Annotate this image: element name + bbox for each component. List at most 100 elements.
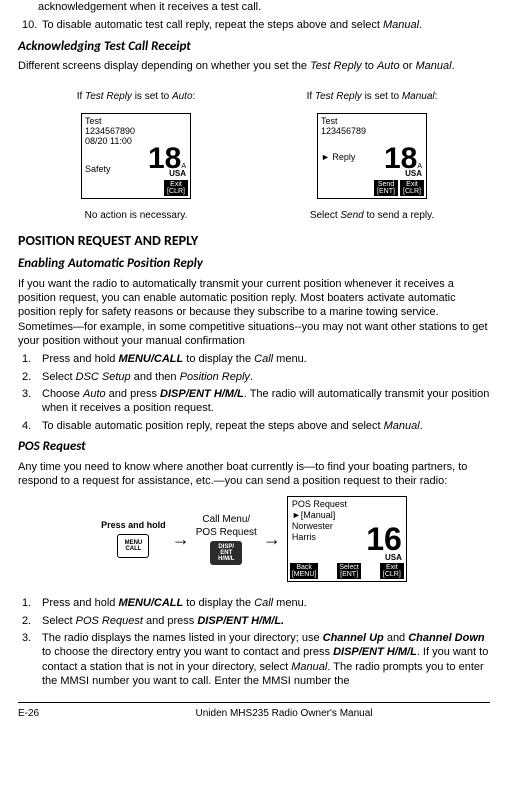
t: To disable automatic position reply, rep…	[42, 419, 490, 433]
t: [CLR]	[166, 188, 186, 195]
pos-sub2: POS Request	[18, 439, 490, 456]
lcd-auto: Test 1234567890 08/20 11:00 Safety 18A U…	[81, 113, 191, 199]
t: Channel Up	[323, 632, 384, 644]
t: Choose Auto and press DISP/ENT H/M/L. Th…	[42, 387, 490, 416]
lcd-line: 1234567890	[85, 126, 187, 136]
t: [CLR]	[402, 188, 422, 195]
select-button[interactable]: Select [ENT]	[337, 563, 361, 579]
t: Press and hold MENU/CALL to display the …	[42, 352, 490, 366]
t: MENU/CALL	[118, 353, 183, 365]
t: The radio displays the names listed in y…	[42, 631, 490, 688]
t: and	[384, 632, 408, 644]
disp-ent-key[interactable]: DISP/ ENT H/M/L	[210, 541, 242, 565]
step-text: To disable automatic test call reply, re…	[42, 18, 490, 32]
t: [ENT]	[339, 571, 359, 578]
t: DISP/ENT H/M/L.	[197, 615, 284, 627]
t: Manual	[383, 19, 419, 31]
lcd-safety: Safety	[85, 164, 111, 176]
t: Call	[254, 353, 273, 365]
lcd-pos-request: POS Request ►[Manual] Norwester Harris 1…	[287, 496, 407, 582]
exit-button[interactable]: Exit [CLR]	[164, 180, 188, 196]
menu-call-key[interactable]: MENU CALL	[117, 534, 149, 558]
t: menu.	[273, 597, 307, 609]
t: MENU/CALL	[118, 597, 183, 609]
t: The radio displays the names listed in y…	[42, 632, 323, 644]
back-button[interactable]: Back [MENU]	[290, 563, 319, 579]
t: Manual	[291, 661, 327, 673]
t: Exit	[402, 181, 422, 188]
pos-steps-b: 1. Press and hold MENU/CALL to display t…	[18, 596, 490, 688]
t: Select POS Request and press DISP/ENT H/…	[42, 614, 490, 628]
t: Back	[292, 564, 317, 571]
lcd-manual: Test 123456789 ► Reply 18A USA Send [ENT…	[317, 113, 427, 199]
arrow-icon: →	[172, 528, 190, 551]
t: to choose the directory entry you want t…	[42, 646, 333, 658]
arrow-icon: →	[263, 528, 281, 551]
t: Press and hold	[42, 353, 118, 365]
n: 4.	[18, 419, 42, 433]
t: .	[419, 19, 422, 31]
lcd-row: ►[Manual]	[292, 510, 402, 521]
footer-title: Uniden MHS235 Radio Owner's Manual	[78, 707, 490, 720]
n: 1.	[18, 352, 42, 366]
lcd-reply: ► Reply	[321, 152, 355, 164]
send-button[interactable]: Send [ENT]	[374, 180, 398, 196]
t: Different screens display depending on w…	[18, 60, 310, 72]
t: .	[420, 420, 423, 432]
t: Manual	[402, 91, 435, 102]
t: Press and hold MENU/CALL to display the …	[42, 596, 490, 610]
t: Select	[42, 615, 76, 627]
mid-label: Call Menu/ POS Request	[196, 513, 257, 539]
n: 2.	[18, 370, 42, 384]
t: Test Reply	[315, 91, 362, 102]
page-number: E-26	[18, 707, 78, 720]
hold-label: Press and hold	[101, 520, 166, 532]
t: or	[400, 60, 416, 72]
pos-heading: POSITION REQUEST AND REPLY	[18, 232, 490, 250]
t: Press and hold	[42, 597, 118, 609]
t: Auto	[172, 91, 193, 102]
t: Channel Down	[408, 632, 484, 644]
pos-steps-a: 1. Press and hold MENU/CALL to display t…	[18, 352, 490, 432]
t: Position Reply	[180, 371, 250, 383]
pos-sub1: Enabling Automatic Position Reply	[18, 256, 490, 273]
t: is set to	[362, 91, 402, 102]
ack-body: Different screens display depending on w…	[18, 59, 490, 73]
t: If	[307, 91, 315, 102]
ack-trailing-line: acknowledgement when it receives a test …	[38, 0, 490, 14]
t: Call	[254, 597, 273, 609]
t: :	[193, 91, 196, 102]
ack-heading: Acknowledging Test Call Receipt	[18, 39, 490, 56]
t: Exit	[166, 181, 186, 188]
lcd-line: 123456789	[321, 126, 423, 136]
t: Choose	[42, 388, 83, 400]
t: DISP/ENT H/M/L	[160, 388, 244, 400]
t: to display the	[183, 597, 254, 609]
t: menu.	[273, 353, 307, 365]
t: .	[250, 371, 253, 383]
t: [CLR]	[382, 571, 402, 578]
exit-button[interactable]: Exit [CLR]	[380, 563, 404, 579]
page-footer: E-26 Uniden MHS235 Radio Owner's Manual	[18, 702, 490, 720]
exit-button[interactable]: Exit [CLR]	[400, 180, 424, 196]
pos-flow: Press and hold MENU CALL → Call Menu/ PO…	[18, 496, 490, 582]
t: DSC Setup	[76, 371, 131, 383]
caption-auto-bottom: No action is necessary.	[36, 209, 236, 222]
n: 1.	[18, 596, 42, 610]
pos-para2: Any time you need to know where another …	[18, 460, 490, 489]
caption-manual-top: If Test Reply is set to Manual:	[272, 90, 472, 103]
t: Select	[42, 371, 76, 383]
t: If	[77, 91, 85, 102]
t: :	[435, 91, 438, 102]
lcd-channel: 18A USA	[148, 147, 186, 180]
t: POS Request	[76, 615, 143, 627]
t: .	[452, 60, 455, 72]
intro-list: 10. To disable automatic test call reply…	[18, 18, 490, 32]
t: Send	[340, 210, 363, 221]
t: DISP/ ENT H/M/L	[218, 544, 234, 562]
t: To disable automatic position reply, rep…	[42, 420, 384, 432]
t: Select DSC Setup and then Position Reply…	[42, 370, 490, 384]
t: Exit	[382, 564, 402, 571]
t: Manual	[416, 60, 452, 72]
lcd-line: Test	[85, 116, 187, 126]
